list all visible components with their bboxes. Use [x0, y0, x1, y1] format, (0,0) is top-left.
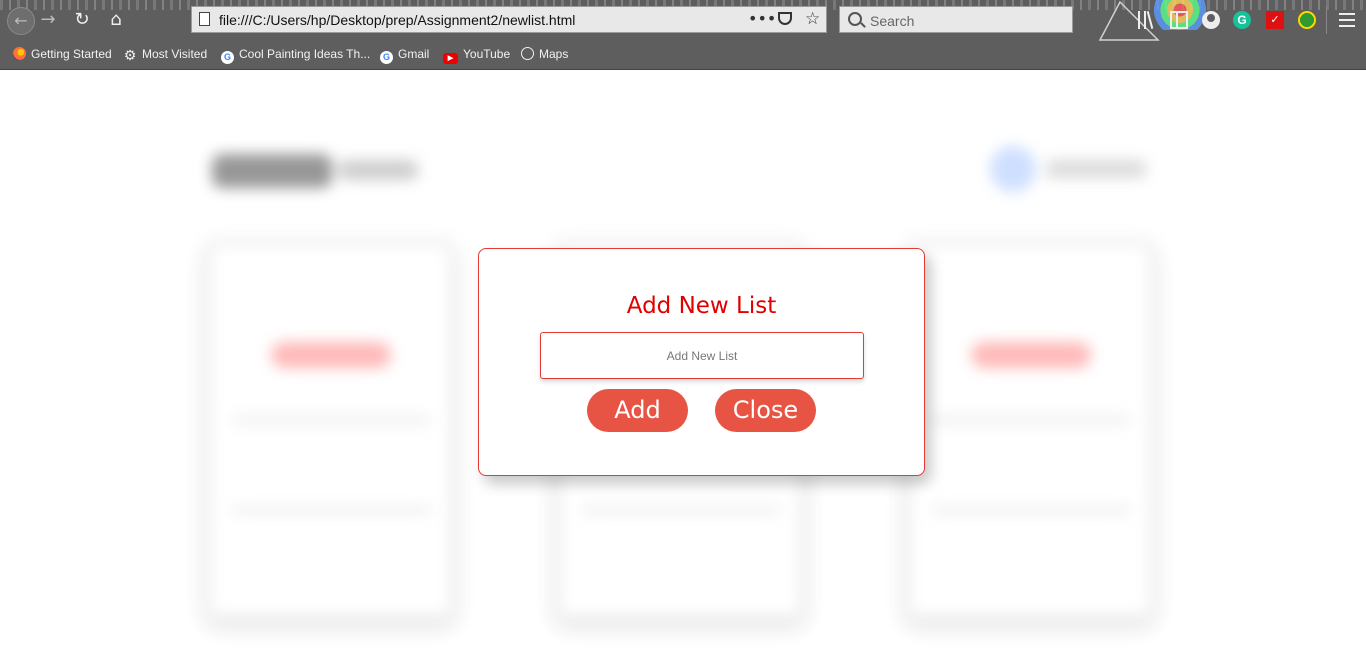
sidebar-icon[interactable]	[1170, 11, 1188, 29]
globe-icon	[521, 47, 534, 60]
bookmark-label: YouTube	[463, 47, 511, 61]
bookmark-most-visited[interactable]: ⚙ Most Visited	[123, 47, 207, 63]
bookmark-star-icon[interactable]: ☆	[805, 9, 820, 29]
pocket-icon[interactable]	[778, 12, 792, 25]
youtube-icon: ▶	[443, 53, 458, 64]
blurred-list-card	[205, 240, 455, 620]
add-list-modal: Add New List Add Close	[478, 248, 925, 476]
page-icon	[199, 12, 210, 26]
bookmark-gmail[interactable]: G Gmail	[380, 47, 429, 64]
home-button[interactable]: ⌂	[105, 9, 127, 31]
search-bar[interactable]: Search	[839, 6, 1073, 33]
download-manager-icon[interactable]	[1298, 11, 1316, 29]
blurred-avatar	[990, 146, 1036, 192]
pdf-extension-icon[interactable]: ✓	[1266, 11, 1284, 29]
grammarly-icon[interactable]: G	[1233, 11, 1251, 29]
toolbar-separator	[1326, 6, 1327, 34]
search-placeholder: Search	[870, 13, 915, 29]
blurred-card-line	[931, 416, 1131, 424]
browser-toolbar: ← → ↻ ⌂ file:///C:/Users/hp/Desktop/prep…	[0, 0, 1366, 70]
bookmark-getting-started[interactable]: Getting Started	[13, 47, 112, 61]
bookmark-label: Cool Painting Ideas Th...	[239, 47, 371, 61]
bookmark-label: Most Visited	[142, 47, 208, 61]
blurred-username	[1046, 160, 1146, 178]
add-button[interactable]: Add	[587, 389, 688, 432]
bookmark-label: Getting Started	[31, 47, 112, 61]
reload-button[interactable]: ↻	[71, 9, 93, 31]
google-icon: G	[221, 51, 234, 64]
list-name-input[interactable]	[540, 332, 864, 379]
blurred-card-line	[231, 416, 431, 424]
bookmark-label: Gmail	[398, 47, 430, 61]
url-text[interactable]: file:///C:/Users/hp/Desktop/prep/Assignm…	[219, 12, 575, 28]
blurred-card-line	[231, 506, 431, 514]
forward-button[interactable]: →	[37, 9, 59, 31]
google-icon: G	[380, 51, 393, 64]
account-icon[interactable]	[1202, 11, 1220, 29]
firefox-icon	[13, 47, 26, 60]
gear-icon: ⚙	[123, 48, 137, 64]
blurred-card-line	[931, 506, 1131, 514]
close-button[interactable]: Close	[715, 389, 816, 432]
blurred-card-button	[971, 342, 1091, 368]
library-icon[interactable]	[1138, 11, 1156, 29]
hamburger-menu-icon[interactable]	[1339, 13, 1355, 27]
bookmarks-toolbar: Getting Started ⚙ Most Visited G Cool Pain…	[0, 43, 1366, 67]
blurred-list-card	[905, 240, 1155, 620]
blurred-card-button	[271, 342, 391, 368]
blurred-logo-text	[338, 160, 418, 180]
bookmark-maps[interactable]: Maps	[521, 47, 568, 61]
blurred-card-line	[581, 506, 781, 514]
modal-title: Add New List	[626, 293, 777, 319]
bookmark-cool-painting[interactable]: G Cool Painting Ideas Th...	[221, 47, 370, 64]
bookmark-youtube[interactable]: ▶ YouTube	[443, 47, 510, 64]
bookmark-label: Maps	[539, 47, 569, 61]
address-bar[interactable]: file:///C:/Users/hp/Desktop/prep/Assignm…	[191, 6, 827, 33]
page-actions-icon[interactable]: •••	[748, 9, 776, 28]
search-icon	[848, 12, 862, 26]
back-button[interactable]: ←	[7, 7, 35, 35]
blurred-logo	[212, 154, 332, 188]
